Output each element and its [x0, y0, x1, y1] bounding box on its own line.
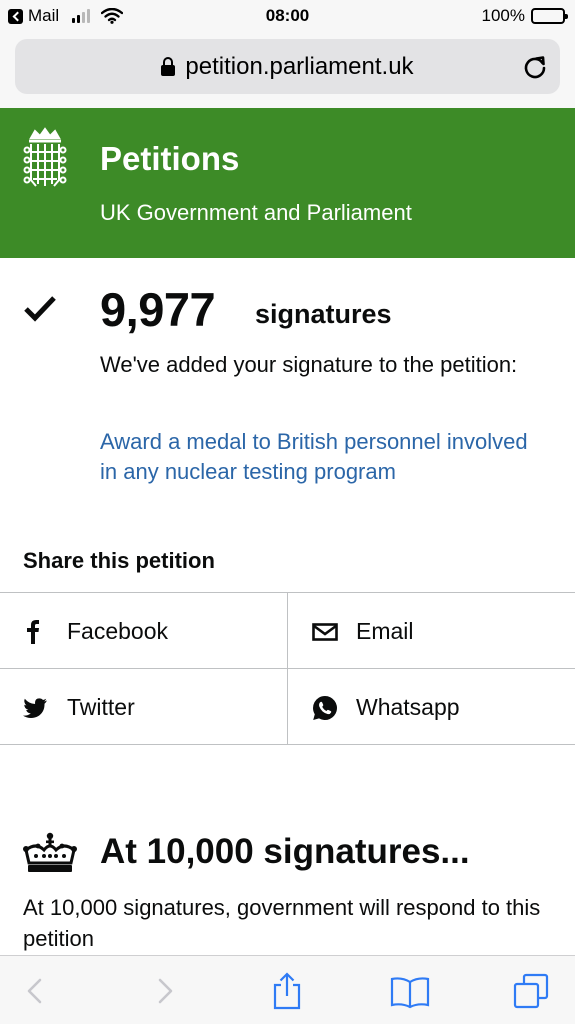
browser-chrome: petition.parliament.uk [0, 32, 575, 108]
battery-icon [531, 8, 568, 24]
status-bar: Mail 08:00 100% [0, 0, 575, 32]
site-title[interactable]: Petitions [100, 140, 239, 178]
tabs-icon[interactable] [512, 972, 550, 1010]
address-content[interactable]: petition.parliament.uk [15, 39, 560, 94]
portcullis-logo-icon[interactable] [22, 126, 68, 192]
whatsapp-icon [313, 696, 337, 720]
url-text[interactable]: petition.parliament.uk [185, 53, 413, 81]
signature-count: 9,977 [100, 283, 216, 336]
crown-icon [23, 832, 77, 872]
tick-icon [24, 296, 56, 322]
twitter-icon [23, 698, 47, 718]
petition-title-link[interactable]: Award a medal to British personnel invol… [100, 427, 550, 487]
share-sheet-icon[interactable] [270, 972, 304, 1010]
share-whatsapp-button[interactable]: Whatsapp [288, 669, 575, 745]
status-right: 100% [481, 6, 568, 26]
site-header: Petitions UK Government and Parliament [0, 108, 575, 258]
reload-icon[interactable] [522, 54, 548, 80]
share-email-button[interactable]: Email [288, 593, 575, 669]
threshold-description: At 10,000 signatures, government will re… [23, 895, 541, 951]
threshold-heading: At 10,000 signatures... [100, 832, 470, 871]
back-chevron-icon[interactable] [20, 972, 54, 1010]
share-facebook-button[interactable]: Facebook [0, 593, 288, 669]
signature-added-message: We've added your signature to the petiti… [100, 352, 518, 377]
site-subtitle: UK Government and Parliament [100, 200, 412, 225]
share-facebook-label: Facebook [67, 618, 169, 644]
browser-toolbar [0, 955, 575, 1024]
bookmarks-icon[interactable] [390, 972, 430, 1010]
email-icon [312, 623, 338, 641]
share-twitter-button[interactable]: Twitter [0, 669, 288, 745]
facebook-icon [27, 620, 39, 644]
signature-count-label: signatures [255, 299, 392, 329]
share-whatsapp-label: Whatsapp [356, 694, 460, 720]
share-email-label: Email [356, 618, 414, 644]
forward-chevron-icon[interactable] [146, 972, 180, 1010]
battery-percent: 100% [481, 6, 525, 25]
share-twitter-label: Twitter [67, 694, 135, 720]
address-bar[interactable]: petition.parliament.uk [15, 39, 560, 94]
lock-icon [161, 56, 176, 77]
share-grid: Facebook Email Twitter Whatsapp [0, 592, 575, 745]
share-heading: Share this petition [23, 548, 215, 573]
